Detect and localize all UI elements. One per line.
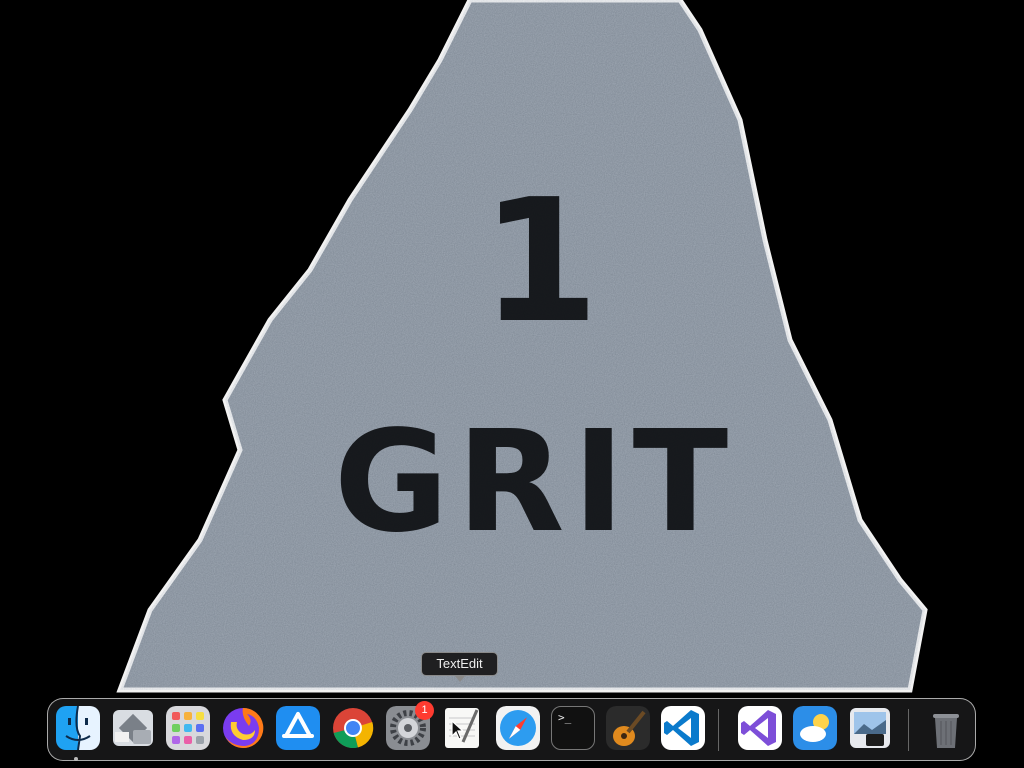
dock: 1 >_ bbox=[47, 698, 976, 761]
launchpad-icon[interactable] bbox=[166, 706, 210, 750]
rock-text-number: 1 bbox=[481, 163, 599, 361]
safari-icon[interactable] bbox=[496, 706, 540, 750]
chrome-icon[interactable] bbox=[331, 706, 375, 750]
finder-running-indicator bbox=[74, 757, 78, 761]
trash-icon[interactable] bbox=[924, 706, 968, 750]
weather-icon[interactable] bbox=[793, 706, 837, 750]
dock-separator bbox=[718, 709, 719, 751]
guitar-icon[interactable] bbox=[606, 706, 650, 750]
visual-studio-icon[interactable] bbox=[738, 706, 782, 750]
dock-separator-2 bbox=[908, 709, 909, 751]
rock-image: 1 GRIT bbox=[116, 0, 928, 693]
desktop-wallpaper: 1 GRIT bbox=[116, 0, 928, 693]
firefox-icon[interactable] bbox=[221, 706, 265, 750]
vscode-icon[interactable] bbox=[661, 706, 705, 750]
terminal-prompt-glyph: >_ bbox=[558, 711, 572, 724]
bootcamp-icon[interactable] bbox=[111, 706, 155, 750]
mouse-pointer-icon bbox=[451, 720, 465, 740]
preview-icon[interactable] bbox=[848, 706, 892, 750]
dock-tooltip: TextEdit bbox=[421, 652, 498, 682]
rock-text-word: GRIT bbox=[334, 401, 736, 564]
app-store-icon[interactable] bbox=[276, 706, 320, 750]
notification-badge: 1 bbox=[415, 701, 434, 720]
finder-icon[interactable] bbox=[56, 706, 100, 750]
terminal-icon[interactable]: >_ bbox=[551, 706, 595, 750]
